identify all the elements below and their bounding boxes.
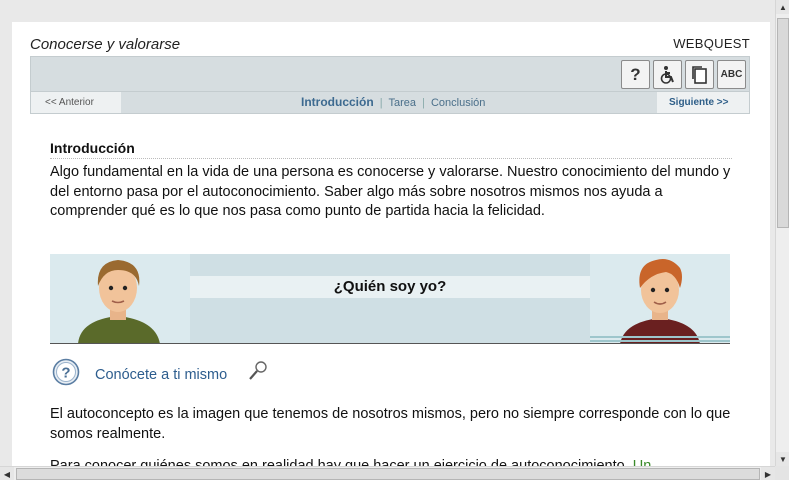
- section-navigation: << Anterior Introducción | Tarea | Concl…: [30, 92, 750, 114]
- boy-illustration: [78, 260, 160, 343]
- banner-stripe: [590, 340, 730, 342]
- section-tabs: Introducción | Tarea | Conclusión: [301, 95, 485, 109]
- abc-icon: ABC: [720, 69, 743, 80]
- banner: ¿Quién soy yo?: [50, 254, 730, 344]
- know-yourself-link[interactable]: Conócete a ti mismo: [95, 367, 227, 383]
- help-icon: ?: [630, 64, 641, 84]
- webquest-label: WEBQUEST: [673, 36, 750, 51]
- title-row: Conocerse y valorarse WEBQUEST: [12, 34, 750, 54]
- wheelchair-icon: [660, 65, 674, 84]
- know-yourself-row: ? Conócete a ti mismo: [52, 356, 352, 386]
- help-button[interactable]: ?: [621, 60, 650, 89]
- scroll-left-icon[interactable]: ◀: [0, 467, 14, 480]
- horizontal-scroll-thumb[interactable]: [16, 468, 760, 480]
- banner-stripe: [590, 336, 730, 338]
- vertical-scroll-thumb[interactable]: [777, 18, 789, 228]
- scroll-up-icon[interactable]: ▲: [776, 0, 789, 14]
- print-button[interactable]: [685, 60, 714, 89]
- tab-conclusion[interactable]: Conclusión: [431, 97, 485, 109]
- tab-introduccion[interactable]: Introducción: [301, 95, 374, 109]
- scroll-down-icon[interactable]: ▼: [776, 452, 789, 466]
- abc-button[interactable]: ABC: [717, 60, 746, 89]
- section-heading: Introducción: [50, 140, 732, 159]
- next-link[interactable]: Siguiente >>: [657, 92, 749, 113]
- toolbar: ? ABC: [30, 56, 750, 92]
- document-icon: [691, 65, 707, 84]
- banner-left-panel: [50, 254, 190, 343]
- tab-tarea[interactable]: Tarea: [388, 97, 416, 109]
- horizontal-scrollbar[interactable]: ◀ ▶: [0, 466, 775, 480]
- scrollbar-corner: [775, 466, 789, 480]
- scroll-right-icon[interactable]: ▶: [761, 467, 775, 480]
- previous-link[interactable]: << Anterior: [31, 92, 121, 113]
- intro-section: Introducción Algo fundamental en la vida…: [50, 140, 732, 222]
- banner-title: ¿Quién soy yo?: [333, 278, 447, 295]
- question-glyph: ?: [61, 365, 70, 382]
- magnifier-icon[interactable]: [248, 360, 268, 382]
- boy-illustration: [620, 259, 700, 343]
- vertical-scrollbar[interactable]: ▲ ▼: [775, 0, 789, 466]
- page-title: Conocerse y valorarse: [30, 36, 181, 53]
- webquest-page: Conocerse y valorarse WEBQUEST ? ABC << …: [12, 22, 770, 468]
- nav-separator: |: [379, 97, 383, 109]
- autoconcept-paragraph: El autoconcepto es la imagen que tenemos…: [50, 406, 731, 442]
- accessibility-button[interactable]: [653, 60, 682, 89]
- intro-paragraph: Algo fundamental en la vida de una perso…: [50, 164, 731, 219]
- nav-separator: |: [422, 97, 425, 109]
- question-circle-icon[interactable]: ?: [52, 358, 80, 386]
- banner-right-panel: [590, 254, 730, 343]
